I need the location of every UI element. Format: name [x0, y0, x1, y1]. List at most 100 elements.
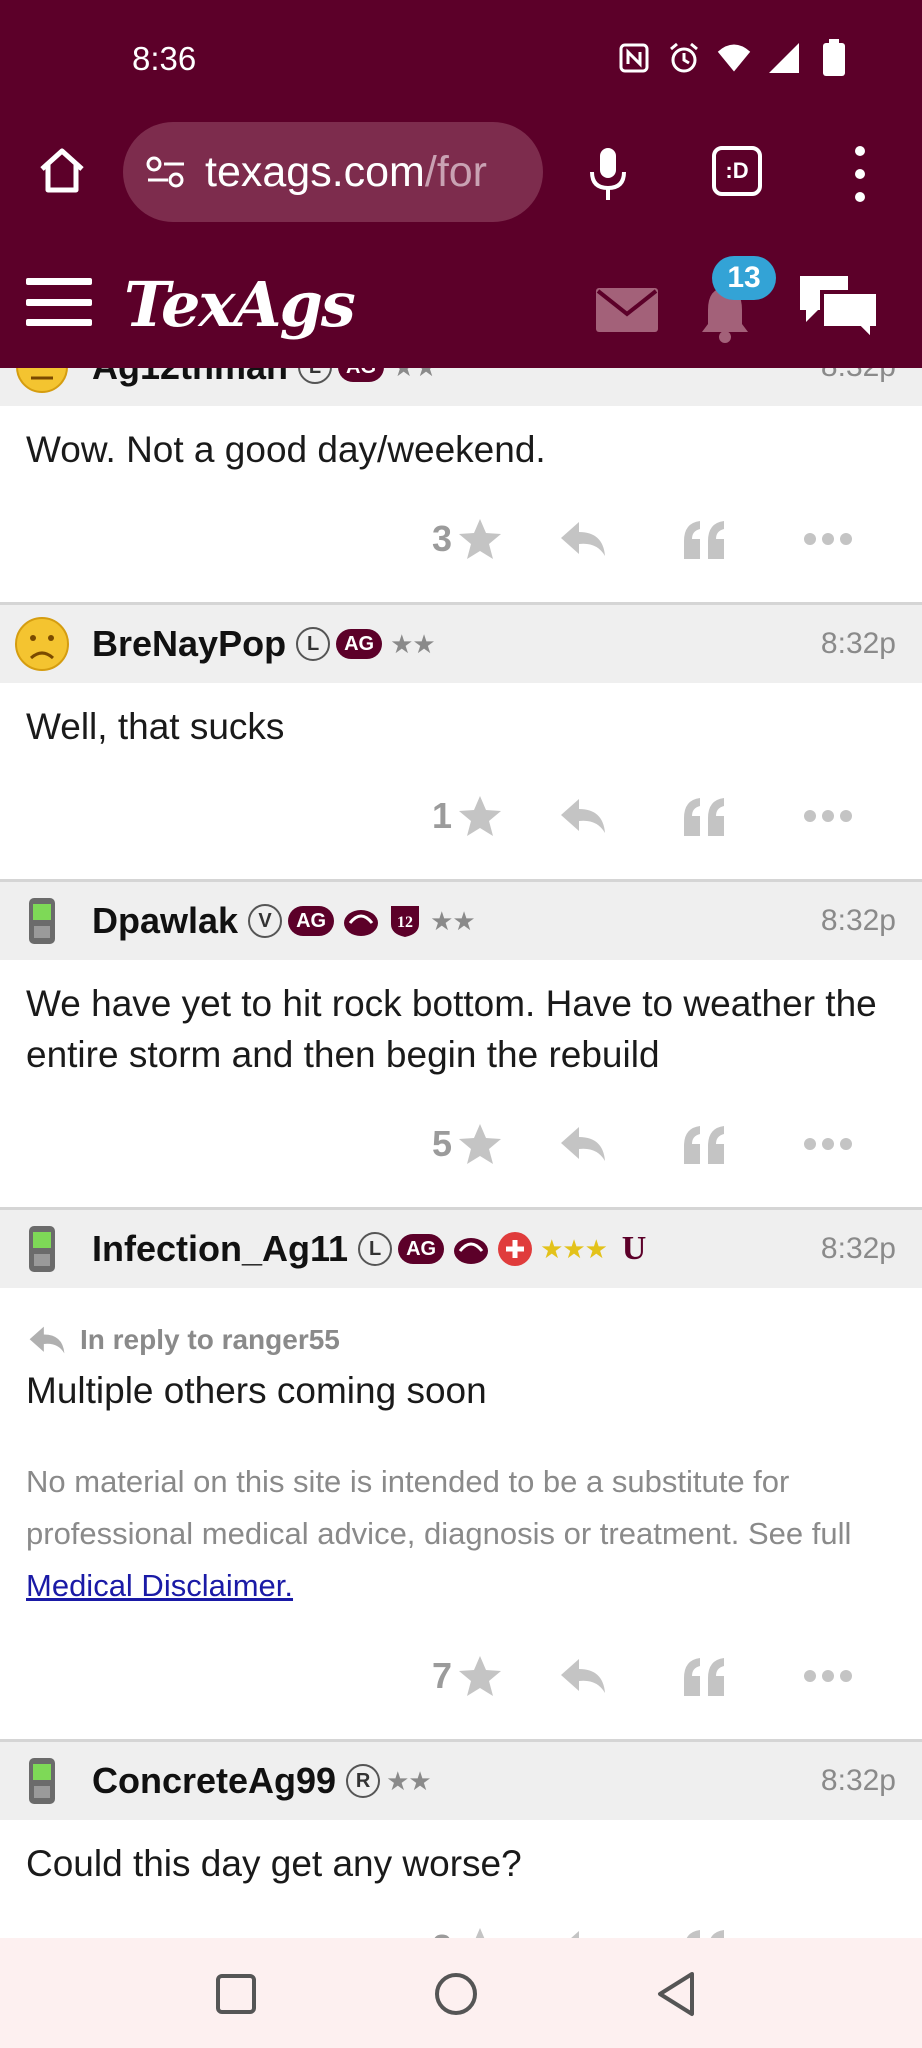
medical-disclaimer-link[interactable]: Medical Disclaimer.: [26, 1568, 293, 1603]
like-button[interactable]: 7: [412, 1646, 522, 1706]
badge-ag: AG: [288, 906, 335, 936]
post-text: Well, that sucks: [26, 706, 285, 747]
menu-dot: [855, 169, 865, 179]
badge-ag: AG: [398, 1234, 445, 1264]
reply-arrow-icon: [29, 1326, 65, 1353]
username[interactable]: Infection_Ag11: [92, 1228, 348, 1270]
cell-phone-icon: [29, 1226, 55, 1272]
star-icon: [459, 795, 502, 836]
username[interactable]: BreNayPop: [92, 623, 286, 665]
post-time[interactable]: 8:32p: [821, 1764, 896, 1798]
rank-stars: ★★: [386, 1765, 432, 1796]
avatar[interactable]: [14, 1221, 70, 1277]
badge-letter: R: [346, 1764, 381, 1798]
post-body: Well, that sucks: [0, 683, 922, 752]
post-body: We have yet to hit rock bottom. Have to …: [0, 960, 922, 1080]
like-button[interactable]: 3: [412, 509, 522, 569]
recents-button[interactable]: [208, 1966, 264, 2022]
rank-stars: ★★: [430, 905, 476, 936]
reply-button[interactable]: [522, 1646, 644, 1706]
more-dots-icon: [804, 1137, 852, 1150]
reveille-badge-icon: [342, 904, 380, 938]
avatar[interactable]: [14, 1753, 70, 1809]
home-button[interactable]: [32, 140, 92, 200]
browser-menu-button[interactable]: [840, 146, 880, 202]
quote-button[interactable]: [644, 509, 764, 569]
badge-ag: AG: [336, 629, 383, 659]
post-body: Wow. Not a good day/weekend.: [0, 406, 922, 475]
post-time[interactable]: 8:32p: [821, 1232, 896, 1266]
notification-count-badge: 13: [712, 256, 776, 300]
utah-u-badge: U: [621, 1230, 647, 1267]
site-settings-icon[interactable]: [143, 149, 189, 195]
reply-button[interactable]: [522, 1114, 644, 1174]
voice-search-button[interactable]: [580, 144, 636, 204]
reply-reference[interactable]: In reply to ranger55: [26, 1306, 896, 1365]
quote-icon: [684, 1125, 724, 1164]
like-count: 1: [431, 794, 453, 836]
more-options-button[interactable]: [764, 786, 892, 846]
cell-phone-icon: [29, 898, 55, 944]
avatar[interactable]: [14, 616, 70, 672]
alarm-icon: [666, 40, 702, 76]
tab-switcher-button[interactable]: :D: [712, 146, 762, 196]
username[interactable]: Dpawlak: [92, 900, 238, 942]
like-count: 3: [431, 517, 453, 559]
avatar[interactable]: [14, 893, 70, 949]
hamburger-menu-button[interactable]: [26, 278, 92, 326]
reply-arrow-icon: [561, 1126, 605, 1161]
system-nav-bar: [0, 1938, 922, 2048]
menu-dot: [855, 192, 865, 202]
address-bar[interactable]: texags.com/for: [123, 122, 543, 222]
home-icon: [40, 148, 84, 193]
circle-icon: [435, 1973, 477, 2015]
username[interactable]: ConcreteAg99: [92, 1760, 336, 1802]
more-options-button[interactable]: [764, 1114, 892, 1174]
like-count: 7: [431, 1654, 453, 1696]
more-options-button[interactable]: [764, 1646, 892, 1706]
reply-button[interactable]: [522, 509, 644, 569]
hamburger-line: [26, 319, 92, 326]
reply-arrow-icon: [561, 521, 605, 556]
post-time[interactable]: 8:32p: [821, 627, 896, 661]
post-actions: 7: [0, 1612, 922, 1742]
post: Infection_Ag11 L AG ★★★ U 8:32p In reply…: [0, 1210, 922, 1742]
square-icon: [216, 1974, 256, 2014]
site-logo[interactable]: TexAgs: [124, 268, 356, 341]
status-icons: [616, 39, 852, 76]
like-button[interactable]: 5: [412, 1114, 522, 1174]
home-nav-button[interactable]: [428, 1966, 484, 2022]
post-text: Multiple others coming soon: [26, 1370, 487, 1411]
url-text: texags.com/for: [205, 148, 487, 197]
star-icon: [459, 518, 502, 559]
post-time[interactable]: 8:32p: [821, 904, 896, 938]
battery-icon: [816, 39, 852, 76]
quote-icon: [684, 797, 724, 836]
reply-arrow-icon: [561, 798, 605, 833]
quote-button[interactable]: [644, 1114, 764, 1174]
status-bar: 8:36: [0, 0, 922, 116]
reply-button[interactable]: [522, 786, 644, 846]
messages-button[interactable]: [596, 288, 658, 332]
rank-stars: ★★★: [540, 1233, 608, 1264]
post-list: Ag12thman L AG ★★ 8:32p Wow. Not a good …: [0, 328, 922, 2009]
quote-button[interactable]: [644, 786, 764, 846]
like-button[interactable]: 1: [412, 786, 522, 846]
chat-icon: [800, 276, 880, 345]
post-header: Dpawlak V AG 12 ★★ 8:32p: [0, 882, 922, 960]
hamburger-line: [26, 278, 92, 285]
mail-icon: [596, 288, 658, 332]
post-text: We have yet to hit rock bottom. Have to …: [26, 983, 877, 1075]
back-triangle-icon: [658, 1972, 694, 2016]
cell-phone-icon: [29, 1758, 55, 1804]
post-text: Wow. Not a good day/weekend.: [26, 429, 546, 470]
chat-button[interactable]: [796, 272, 882, 345]
more-options-button[interactable]: [764, 509, 892, 569]
reply-arrow-icon: [561, 1658, 605, 1693]
back-button[interactable]: [648, 1966, 704, 2022]
post-body: Could this day get any worse?: [0, 1820, 922, 1889]
quote-button[interactable]: [644, 1646, 764, 1706]
status-time: 8:36: [132, 40, 197, 77]
quote-icon: [684, 520, 724, 559]
menu-dot: [855, 146, 865, 156]
